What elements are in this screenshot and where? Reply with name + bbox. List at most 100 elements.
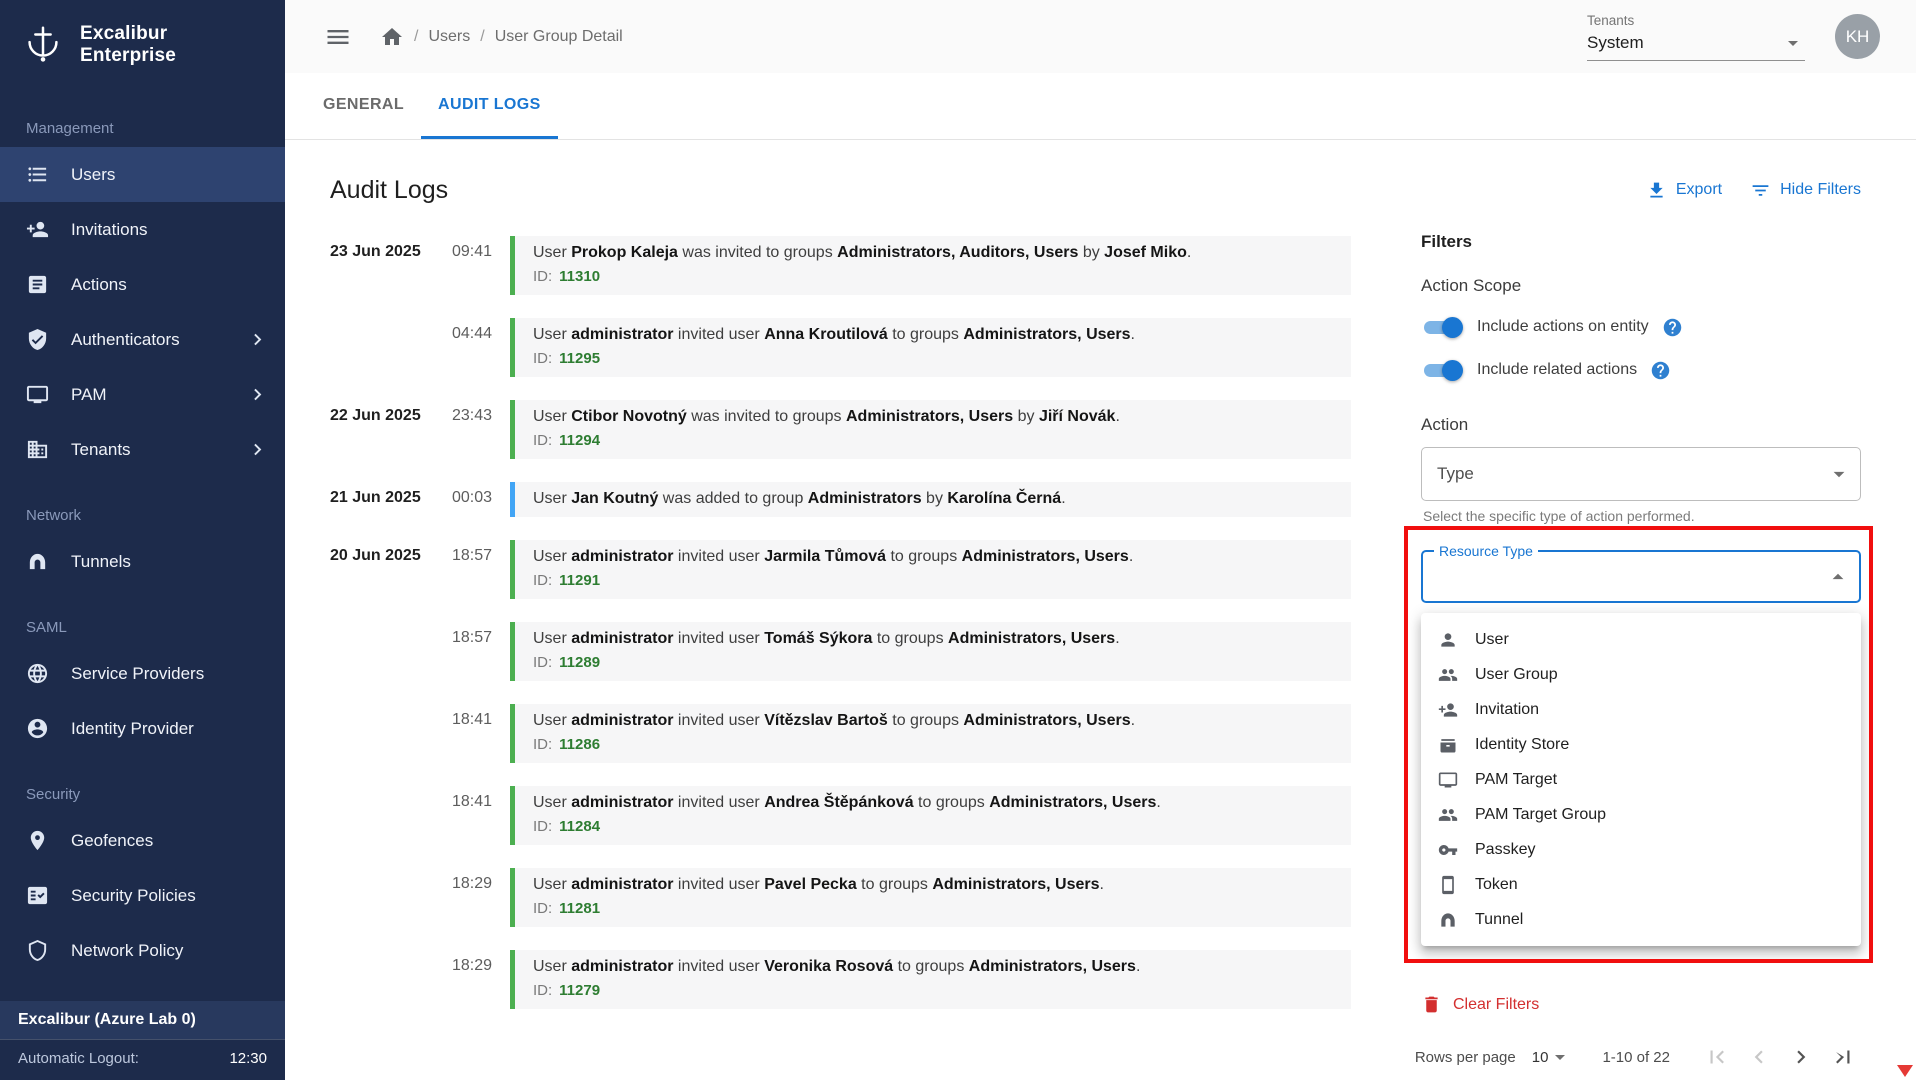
resource-option-label: Passkey [1475,841,1535,859]
resource-option-token[interactable]: Token [1421,867,1861,902]
sidebar-item-label: Users [71,165,269,185]
log-time: 23:43 [452,400,510,459]
sidebar-item-geofences[interactable]: Geofences [0,813,285,868]
home-icon[interactable] [380,25,404,49]
avatar[interactable]: KH [1835,14,1880,59]
audit-log-entry[interactable]: User administrator invited user Pavel Pe… [510,868,1351,927]
toggle-switch-include-actions-on-entity[interactable] [1421,315,1463,339]
hide-filters-button[interactable]: Hide Filters [1750,180,1861,201]
audit-log-entry[interactable]: User Jan Koutný was added to group Admin… [510,482,1351,517]
sidebar-item-label: Service Providers [71,664,269,684]
audit-log-entry[interactable]: User administrator invited user Jarmila … [510,540,1351,599]
log-id-label: ID: [533,572,552,589]
sidebar-item-users[interactable]: Users [0,147,285,202]
action-type-select[interactable]: Type [1421,447,1861,501]
resource-option-label: Identity Store [1475,736,1569,754]
first-page-button[interactable] [1696,1044,1738,1070]
log-time: 18:57 [452,622,510,681]
building-icon [26,438,49,461]
resource-option-user-group[interactable]: User Group [1421,657,1861,692]
sidebar-item-pam[interactable]: PAM [0,367,285,422]
export-button[interactable]: Export [1646,180,1722,201]
log-time: 18:41 [452,704,510,763]
resource-option-pam-target[interactable]: PAM Target [1421,762,1861,797]
toggle-row: Include related actions [1421,353,1861,387]
sidebar-item-service-providers[interactable]: Service Providers [0,646,285,701]
app-root: Excalibur Enterprise Management Users Invi… [0,0,1916,1080]
audit-log-entry[interactable]: User administrator invited user Tomáš Sý… [510,622,1351,681]
audit-log-entry[interactable]: User administrator invited user Anna Kro… [510,318,1351,377]
log-id-label: ID: [533,654,552,671]
resource-option-label: User [1475,631,1509,649]
resource-option-label: PAM Target Group [1475,806,1606,824]
resource-option-passkey[interactable]: Passkey [1421,832,1861,867]
tenant-select[interactable]: System [1587,31,1805,61]
screen-icon [26,383,49,406]
help-icon[interactable] [1662,317,1683,338]
resource-option-label: Tunnel [1475,911,1523,929]
sidebar-item-authenticators[interactable]: Authenticators [0,312,285,367]
sidebar-item-security-policies[interactable]: Security Policies [0,868,285,923]
log-id-value: 11295 [559,350,600,367]
log-id: ID:11295 [533,347,1333,371]
log-message: User administrator invited user Veronika… [533,955,1333,979]
sidebar-item-label: Identity Provider [71,719,269,739]
sidebar-item-identity-provider[interactable]: Identity Provider [0,701,285,756]
page-range: 1-10 of 22 [1602,1049,1670,1066]
sidebar-item-label: Tenants [71,440,224,460]
help-icon[interactable] [1650,360,1671,381]
tab-general[interactable]: GENERAL [306,73,421,139]
log-id-label: ID: [533,268,552,285]
log-date [330,786,452,845]
audit-log-entry[interactable]: User Prokop Kaleja was invited to groups… [510,236,1351,295]
last-page-button[interactable] [1822,1044,1864,1070]
main: /Users/User Group Detail Tenants System … [285,0,1916,1080]
breadcrumb-item[interactable]: Users [428,28,470,46]
log-id-value: 11294 [559,432,600,449]
tab-audit-logs[interactable]: AUDIT LOGS [421,73,558,139]
resource-option-identity-store[interactable]: Identity Store [1421,727,1861,762]
prev-page-button[interactable] [1738,1044,1780,1070]
sidebar-section-label: Management [26,120,285,137]
excalibur-logo-icon [20,22,66,68]
resource-option-user[interactable]: User [1421,622,1861,657]
sidebar-nav: Management Users InvitationsActionsAuthent… [0,90,285,1001]
log-id: ID:11291 [533,569,1333,593]
audit-log-entry[interactable]: User administrator invited user Vítězsla… [510,704,1351,763]
menu-icon[interactable] [324,23,352,51]
sidebar-item-invitations[interactable]: Invitations [0,202,285,257]
breadcrumb-item[interactable]: User Group Detail [495,28,623,46]
tabs: GENERALAUDIT LOGS [285,73,1916,140]
sidebar-item-tunnels[interactable]: Tunnels [0,534,285,589]
tunnel-icon [26,550,49,573]
rows-per-page-select[interactable]: 10 [1532,1045,1573,1069]
next-page-button[interactable] [1780,1044,1822,1070]
log-message: User Prokop Kaleja was invited to groups… [533,241,1333,265]
audit-log-entry[interactable]: User administrator invited user Andrea Š… [510,786,1351,845]
clear-filters-button[interactable]: Clear Filters [1421,994,1539,1015]
filters-title: Filters [1421,232,1861,252]
log-id: ID:11281 [533,897,1333,921]
resource-option-pam-target-group[interactable]: PAM Target Group [1421,797,1861,832]
resource-option-invitation[interactable]: Invitation [1421,692,1861,727]
download-icon [1646,180,1667,201]
sidebar-item-network-policy[interactable]: Network Policy [0,923,285,978]
sidebar-item-tenants[interactable]: Tenants [0,422,285,477]
toggle-switch-include-related-actions[interactable] [1421,358,1463,382]
log-date: 21 Jun 2025 [330,482,452,517]
chevron-right-icon [246,383,269,406]
chevron-up-icon [1825,564,1851,590]
log-date [330,950,452,1009]
log-message: User administrator invited user Andrea Š… [533,791,1333,815]
auto-logout-label: Automatic Logout: [18,1050,139,1067]
sidebar-item-actions[interactable]: Actions [0,257,285,312]
screen-icon [1438,770,1458,790]
export-label: Export [1676,181,1722,199]
resource-option-tunnel[interactable]: Tunnel [1421,902,1861,937]
audit-log-entry[interactable]: User Ctibor Novotný was invited to group… [510,400,1351,459]
resource-type-select[interactable]: Resource Type [1421,550,1861,603]
group-icon [1438,665,1458,685]
brand-name: Excalibur Enterprise [80,23,265,67]
sidebar-footer-title: Excalibur (Azure Lab 0) [0,1001,285,1039]
audit-log-entry[interactable]: User administrator invited user Veronika… [510,950,1351,1009]
